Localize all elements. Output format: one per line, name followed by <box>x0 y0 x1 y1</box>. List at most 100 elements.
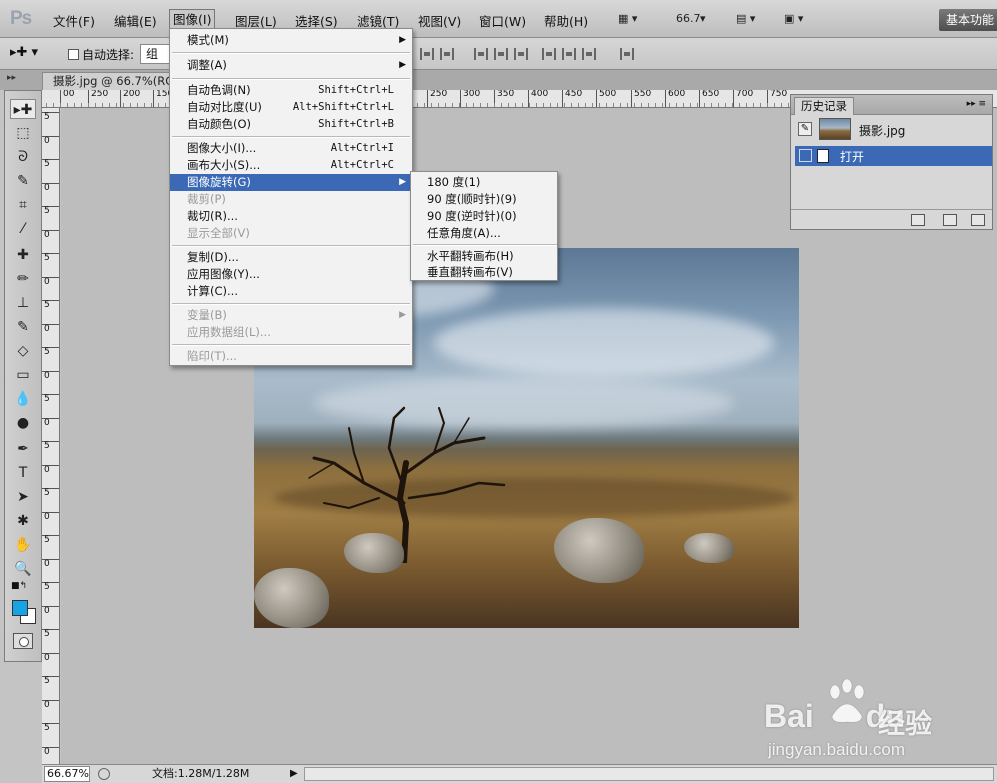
hand-tool-icon[interactable]: ✋ <box>10 535 36 555</box>
arrange-documents-icon[interactable]: ▤ ▾ <box>736 10 755 28</box>
menu-item-apply-image[interactable]: 应用图像(Y)... <box>170 266 412 283</box>
checkbox-icon[interactable] <box>68 49 79 60</box>
history-brush-source-icon[interactable]: ✎ <box>798 122 812 136</box>
ruler-minor-tick <box>158 103 159 107</box>
menu-item-auto-contrast[interactable]: 自动对比度(U) Alt+Shift+Ctrl+L <box>170 99 412 116</box>
trash-icon[interactable] <box>971 214 985 226</box>
clone-stamp-tool-icon[interactable]: ⊥ <box>10 293 36 313</box>
shape-tool-icon[interactable]: ✱ <box>10 511 36 531</box>
menu-view[interactable]: 视图(V) <box>416 11 463 30</box>
menu-item-mode[interactable]: 模式(M) ▶ <box>170 32 412 49</box>
submenu-item-flip-horizontal[interactable]: 水平翻转画布(H) <box>411 248 557 265</box>
ruler-minor-tick <box>585 103 586 107</box>
menu-image[interactable]: 图像(I) <box>169 9 216 29</box>
quick-mask-icon[interactable] <box>13 633 33 649</box>
image-rock <box>684 533 734 563</box>
eyedropper-tool-icon[interactable]: ⁄ <box>10 219 36 239</box>
menu-item-label: 计算(C)... <box>187 284 238 298</box>
screen-mode-icon[interactable]: ▦ ▾ <box>618 10 637 28</box>
menu-help[interactable]: 帮助(H) <box>542 11 590 30</box>
submenu-item-rotate-90-cw[interactable]: 90 度(顺时针)(9) <box>411 191 557 208</box>
lasso-tool-icon[interactable]: ᘐ <box>10 147 36 167</box>
menu-item-image-rotation[interactable]: 图像旋转(G) ▶ <box>170 174 412 191</box>
menu-separator <box>172 78 410 80</box>
panel-menu-icon[interactable]: ▸▸ ≡ <box>967 99 986 109</box>
auto-select-checkbox[interactable]: 自动选择: <box>68 46 134 63</box>
menu-item-reveal-all[interactable]: 显示全部(V) <box>170 225 412 242</box>
align-icon[interactable] <box>440 48 454 60</box>
menu-item-duplicate[interactable]: 复制(D)... <box>170 249 412 266</box>
vertical-ruler: 5050505050505050505050505050 <box>42 108 60 768</box>
pen-tool-icon[interactable]: ✒ <box>10 439 36 459</box>
menu-item-apply-data-set[interactable]: 应用数据组(L)... <box>170 324 412 341</box>
distribute-icon[interactable] <box>542 48 556 60</box>
new-snapshot-icon[interactable] <box>943 214 957 226</box>
submenu-item-flip-vertical[interactable]: 垂直翻转画布(V) <box>411 264 557 281</box>
distribute-icon[interactable] <box>494 48 508 60</box>
menu-item-crop[interactable]: 裁剪(P) <box>170 191 412 208</box>
history-snapshot[interactable]: ✎ 摄影.jpg <box>795 117 990 143</box>
dodge-tool-icon[interactable]: ● <box>10 413 36 433</box>
history-state-open[interactable]: 打开 <box>795 146 992 166</box>
menu-item-trim[interactable]: 裁切(R)... <box>170 208 412 225</box>
marquee-tool-icon[interactable]: ⬚ <box>10 123 36 143</box>
align-icon[interactable] <box>420 48 434 60</box>
menu-window[interactable]: 窗口(W) <box>477 11 528 30</box>
default-colors-icon[interactable]: ■↰ <box>11 581 27 591</box>
open-document-icon <box>817 149 829 163</box>
quick-select-tool-icon[interactable]: ✎ <box>10 171 36 191</box>
eraser-tool-icon[interactable]: ◇ <box>10 341 36 361</box>
distribute-icon[interactable] <box>582 48 596 60</box>
menu-item-image-size[interactable]: 图像大小(I)... Alt+Ctrl+I <box>170 140 412 157</box>
zoom-field[interactable]: 66.67% <box>44 766 90 782</box>
healing-brush-tool-icon[interactable]: ✚ <box>10 245 36 265</box>
crop-tool-icon[interactable]: ⌗ <box>10 195 36 215</box>
menu-item-trap[interactable]: 陷印(T)... <box>170 348 412 365</box>
collapse-icon[interactable]: ▸▸ <box>7 73 16 83</box>
zoom-dropdown-icon[interactable]: ▾ <box>700 10 706 28</box>
menu-item-label: 图像旋转(G) <box>187 175 251 189</box>
zoom-tool-icon[interactable]: 🔍 <box>10 559 36 579</box>
screen-layout-icon[interactable]: ▣ ▾ <box>784 10 803 28</box>
ruler-tick-label: 0 <box>42 605 59 629</box>
submenu-item-arbitrary[interactable]: 任意角度(A)... <box>411 225 557 242</box>
move-tool-icon[interactable]: ▸✚ <box>10 99 36 119</box>
menu-item-calculations[interactable]: 计算(C)... <box>170 283 412 300</box>
type-tool-icon[interactable]: T <box>10 463 36 483</box>
menu-item-canvas-size[interactable]: 画布大小(S)... Alt+Ctrl+C <box>170 157 412 174</box>
zoom-level[interactable]: 66.7 <box>676 10 701 28</box>
workspace-button[interactable]: 基本功能 <box>939 9 997 31</box>
blur-tool-icon[interactable]: 💧 <box>10 389 36 409</box>
menu-file[interactable]: 文件(F) <box>51 11 97 30</box>
status-menu-arrow-icon[interactable]: ▶ <box>290 765 298 783</box>
menu-item-label: 模式(M) <box>187 33 229 47</box>
menu-item-adjustments[interactable]: 调整(A) ▶ <box>170 57 412 74</box>
history-brush-tool-icon[interactable]: ✎ <box>10 317 36 337</box>
ruler-minor-tick <box>529 103 530 107</box>
ruler-tick-label: 0 <box>42 323 59 347</box>
menu-item-variables[interactable]: 变量(B) ▶ <box>170 307 412 324</box>
brush-tool-icon[interactable]: ✏ <box>10 269 36 289</box>
menu-item-auto-tone[interactable]: 自动色调(N) Shift+Ctrl+L <box>170 82 412 99</box>
menu-item-shortcut: Alt+Shift+Ctrl+L <box>292 101 394 113</box>
submenu-item-rotate-180[interactable]: 180 度(1) <box>411 174 557 191</box>
submenu-item-rotate-90-ccw[interactable]: 90 度(逆时针)(0) <box>411 208 557 225</box>
history-brush-source-checkbox[interactable] <box>799 149 812 162</box>
menu-item-auto-color[interactable]: 自动颜色(O) Shift+Ctrl+B <box>170 116 412 133</box>
distribute-icon[interactable] <box>562 48 576 60</box>
ruler-tick-label: 0 <box>42 276 59 300</box>
distribute-icon[interactable] <box>474 48 488 60</box>
history-tab[interactable]: 历史记录 <box>794 97 854 115</box>
menu-edit[interactable]: 编辑(E) <box>112 11 159 30</box>
foreground-color-swatch[interactable] <box>12 600 28 616</box>
move-tool-preset-icon[interactable]: ▸✚ ▾ <box>10 45 38 60</box>
menu-item-label: 画布大小(S)... <box>187 158 261 172</box>
document-tab[interactable]: 摄影.jpg @ 66.7%(RGB/8) <box>42 72 170 90</box>
distribute-icon[interactable] <box>514 48 528 60</box>
status-info-icon[interactable] <box>98 768 110 780</box>
auto-align-icon[interactable] <box>620 48 634 60</box>
new-document-from-state-icon[interactable] <box>911 214 925 226</box>
path-selection-tool-icon[interactable]: ➤ <box>10 487 36 507</box>
ruler-minor-tick <box>746 103 747 107</box>
gradient-tool-icon[interactable]: ▭ <box>10 365 36 385</box>
